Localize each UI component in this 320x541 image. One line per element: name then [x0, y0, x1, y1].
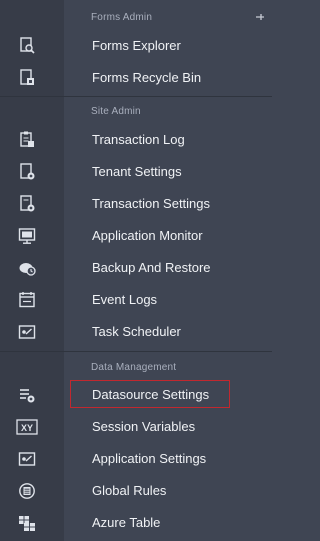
menu-item-task-scheduler[interactable]: Task Scheduler: [0, 316, 272, 348]
menu-item-label: Transaction Settings: [92, 196, 211, 211]
admin-side-menu: Forms Admin Forms Explorer Forms Recycle…: [0, 0, 272, 541]
form-recycle-icon: [18, 69, 36, 87]
form-search-icon: [18, 37, 36, 55]
transaction-settings-icon: [18, 195, 36, 213]
session-variables-icon: XY: [16, 418, 38, 436]
menu-item-label: Task Scheduler: [92, 324, 181, 339]
monitor-icon: [18, 227, 36, 245]
menu-item-label: Datasource Settings: [92, 387, 210, 402]
section-divider: [0, 351, 272, 352]
datasource-settings-icon: [18, 386, 36, 404]
menu-item-application-settings[interactable]: Application Settings: [0, 443, 272, 475]
application-settings-icon: [18, 450, 36, 468]
menu-item-transaction-log[interactable]: Transaction Log: [0, 124, 272, 156]
section-header-site-admin: Site Admin: [91, 106, 141, 117]
menu-item-label: Transaction Log: [92, 132, 185, 147]
menu-item-transaction-settings[interactable]: Transaction Settings: [0, 188, 272, 220]
global-rules-icon: [18, 482, 36, 500]
menu-item-forms-explorer[interactable]: Forms Explorer: [0, 30, 272, 62]
menu-item-label: Application Settings: [92, 451, 207, 466]
backup-restore-icon: [18, 259, 36, 277]
menu-item-backup-and-restore[interactable]: Backup And Restore: [0, 252, 272, 284]
menu-item-tenant-settings[interactable]: Tenant Settings: [0, 156, 272, 188]
menu-item-label: Application Monitor: [92, 228, 203, 243]
menu-item-datasource-settings[interactable]: Datasource Settings: [0, 379, 272, 411]
section-divider: [0, 96, 272, 97]
menu-item-label: Forms Explorer: [92, 38, 181, 53]
azure-table-icon: [18, 514, 36, 532]
section-header-data-management: Data Management: [91, 362, 177, 373]
menu-item-label: Azure Table: [92, 515, 161, 530]
task-scheduler-icon: [18, 323, 36, 341]
menu-item-forms-recycle-bin[interactable]: Forms Recycle Bin: [0, 62, 272, 94]
menu-item-label: Forms Recycle Bin: [92, 70, 202, 85]
menu-item-label: Event Logs: [92, 292, 158, 307]
transaction-log-icon: [18, 131, 36, 149]
menu-item-label: Backup And Restore: [92, 260, 211, 275]
menu-item-session-variables[interactable]: XY Session Variables: [0, 411, 272, 443]
menu-item-event-logs[interactable]: Event Logs: [0, 284, 272, 316]
tenant-settings-icon: [18, 163, 36, 181]
menu-item-label: Global Rules: [92, 483, 167, 498]
menu-item-label: Tenant Settings: [92, 164, 182, 179]
pin-icon[interactable]: [255, 9, 265, 20]
menu-item-global-rules[interactable]: Global Rules: [0, 475, 272, 507]
section-header-forms-admin: Forms Admin: [91, 12, 153, 23]
event-logs-icon: [18, 291, 36, 309]
menu-item-label: Session Variables: [92, 419, 196, 434]
menu-item-application-monitor[interactable]: Application Monitor: [0, 220, 272, 252]
session-variables-icon-text: XY: [21, 423, 33, 433]
menu-item-azure-table[interactable]: Azure Table: [0, 507, 272, 539]
